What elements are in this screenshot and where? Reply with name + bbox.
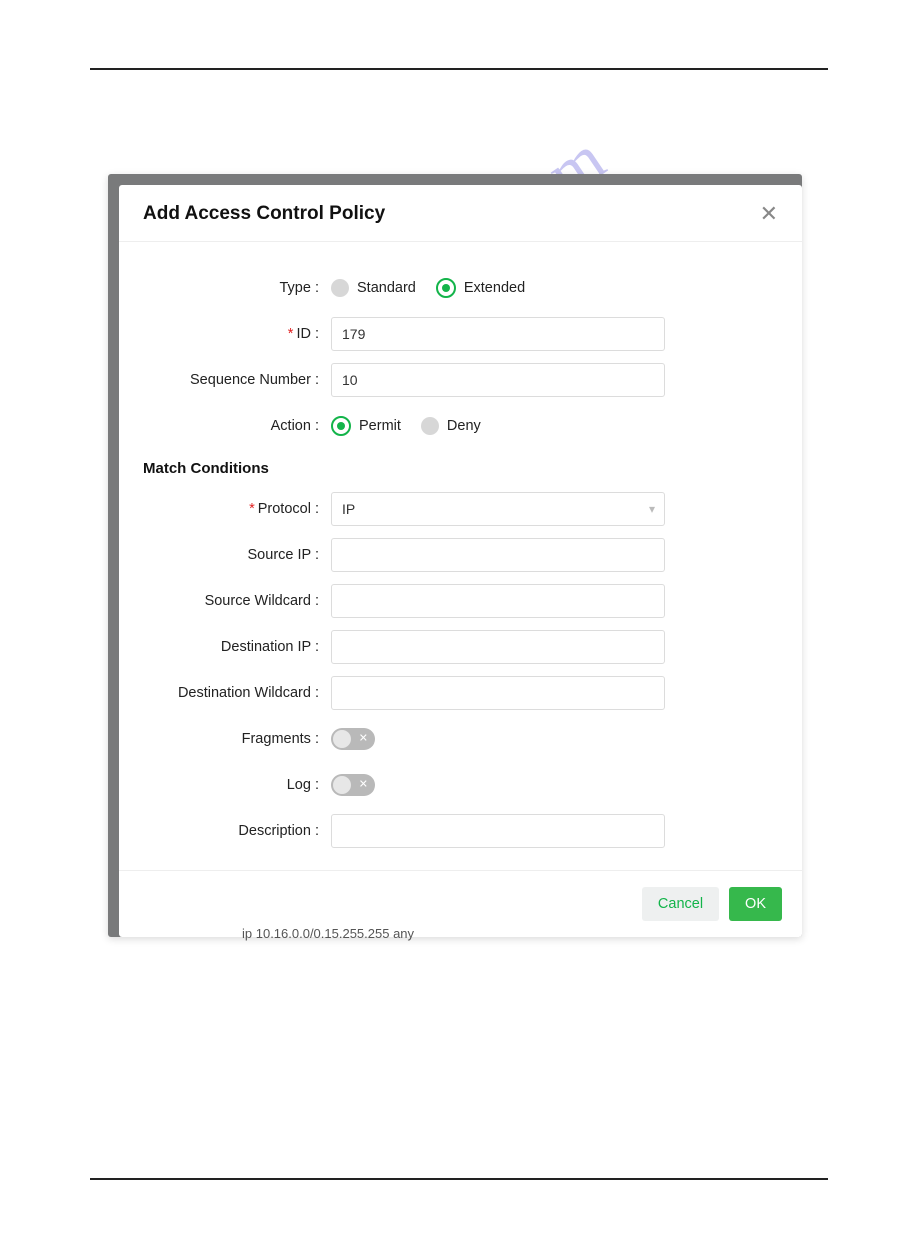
row-id: *ID : (131, 316, 778, 352)
radio-icon (436, 278, 456, 298)
type-radio-group: Standard Extended (331, 278, 525, 298)
row-description: Description (131, 813, 778, 849)
radio-icon (331, 416, 351, 436)
log-toggle[interactable]: ✕ (331, 774, 375, 796)
fragments-toggle[interactable]: ✕ (331, 728, 375, 750)
ok-button[interactable]: OK (729, 887, 782, 921)
id-input[interactable] (331, 317, 665, 351)
label-sequence: Sequence Number (131, 372, 323, 388)
modal-backdrop-frame: Add Access Control Policy ✕ Type Standar… (108, 174, 802, 937)
row-protocol: *Protocol : ▾ (131, 491, 778, 527)
modal-body: Type Standard Extended *ID : (119, 242, 802, 870)
row-action: Action Permit Deny (131, 408, 778, 444)
radio-icon (421, 417, 439, 435)
destination-wildcard-input[interactable] (331, 676, 665, 710)
toggle-off-icon: ✕ (359, 780, 368, 791)
label-protocol: *Protocol : (131, 501, 323, 517)
label-log: Log (131, 777, 323, 793)
row-log: Log ✕ (131, 767, 778, 803)
toggle-knob (333, 776, 351, 794)
label-id: *ID : (131, 326, 323, 342)
row-fragments: Fragments ✕ (131, 721, 778, 757)
toggle-knob (333, 730, 351, 748)
radio-label: Permit (359, 418, 401, 434)
description-input[interactable] (331, 814, 665, 848)
source-ip-input[interactable] (331, 538, 665, 572)
sequence-input[interactable] (331, 363, 665, 397)
row-dest-wildcard: Destination Wildcard (131, 675, 778, 711)
cancel-button[interactable]: Cancel (642, 887, 719, 921)
label-source-ip: Source IP (131, 547, 323, 563)
radio-label: Deny (447, 418, 481, 434)
type-standard-option[interactable]: Standard (331, 279, 416, 297)
background-table-row: ip 10.16.0.0/0.15.255.255 any (242, 926, 414, 941)
action-deny-option[interactable]: Deny (421, 417, 481, 435)
bottom-horizontal-rule (90, 1178, 828, 1180)
destination-ip-input[interactable] (331, 630, 665, 664)
add-acl-modal: Add Access Control Policy ✕ Type Standar… (119, 185, 802, 937)
row-source-wildcard: Source Wildcard (131, 583, 778, 619)
close-icon[interactable]: ✕ (760, 203, 778, 225)
action-radio-group: Permit Deny (331, 416, 481, 436)
label-type: Type (131, 280, 323, 296)
protocol-select[interactable] (331, 492, 665, 526)
type-extended-option[interactable]: Extended (436, 278, 525, 298)
label-source-wildcard: Source Wildcard (131, 593, 323, 609)
action-permit-option[interactable]: Permit (331, 416, 401, 436)
label-action: Action (131, 418, 323, 434)
radio-label: Standard (357, 280, 416, 296)
label-description: Description (131, 823, 323, 839)
source-wildcard-input[interactable] (331, 584, 665, 618)
radio-label: Extended (464, 280, 525, 296)
label-fragments: Fragments (131, 731, 323, 747)
toggle-off-icon: ✕ (359, 734, 368, 745)
row-source-ip: Source IP (131, 537, 778, 573)
row-dest-ip: Destination IP (131, 629, 778, 665)
row-sequence: Sequence Number (131, 362, 778, 398)
modal-title: Add Access Control Policy (143, 203, 385, 225)
label-destination-wildcard: Destination Wildcard (131, 685, 323, 701)
radio-icon (331, 279, 349, 297)
modal-header: Add Access Control Policy ✕ (119, 185, 802, 242)
match-conditions-heading: Match Conditions (143, 460, 778, 477)
row-type: Type Standard Extended (131, 270, 778, 306)
modal-footer: Cancel OK (119, 870, 802, 937)
label-destination-ip: Destination IP (131, 639, 323, 655)
top-horizontal-rule (90, 68, 828, 70)
